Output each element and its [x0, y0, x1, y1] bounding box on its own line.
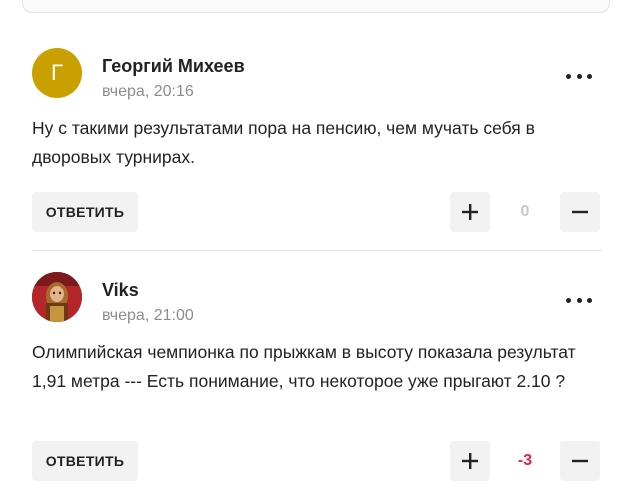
- comment-text: Ну с такими результатами пора на пенсию,…: [32, 118, 535, 167]
- downvote-button[interactable]: [560, 441, 600, 481]
- more-horizontal-icon[interactable]: [566, 70, 592, 82]
- comment-divider: [32, 250, 602, 251]
- upvote-button[interactable]: [450, 192, 490, 232]
- minus-icon: [572, 210, 588, 214]
- comment-author[interactable]: Георгий Михеев: [102, 56, 245, 77]
- plus-icon: [462, 453, 478, 469]
- comment-author[interactable]: Viks: [102, 280, 139, 301]
- previous-comment-box: [22, 0, 610, 13]
- avatar-image: [32, 272, 82, 322]
- comment-score: 0: [520, 203, 530, 220]
- plus-icon: [462, 204, 478, 220]
- reply-button[interactable]: ОТВЕТИТЬ: [32, 192, 138, 232]
- more-horizontal-icon[interactable]: [566, 294, 592, 306]
- comment-score: -3: [517, 452, 533, 469]
- avatar-letter: Г: [51, 60, 63, 85]
- comment-time: вчера, 20:16: [102, 83, 194, 100]
- downvote-button[interactable]: [560, 192, 600, 232]
- upvote-button[interactable]: [450, 441, 490, 481]
- reply-button[interactable]: ОТВЕТИТЬ: [32, 441, 138, 481]
- minus-icon: [572, 459, 588, 463]
- comment-text: Олимпийская чемпионка по прыжкам в высот…: [32, 342, 576, 391]
- comment-time: вчера, 21:00: [102, 307, 194, 324]
- avatar[interactable]: Г: [32, 48, 82, 98]
- avatar[interactable]: [32, 272, 82, 322]
